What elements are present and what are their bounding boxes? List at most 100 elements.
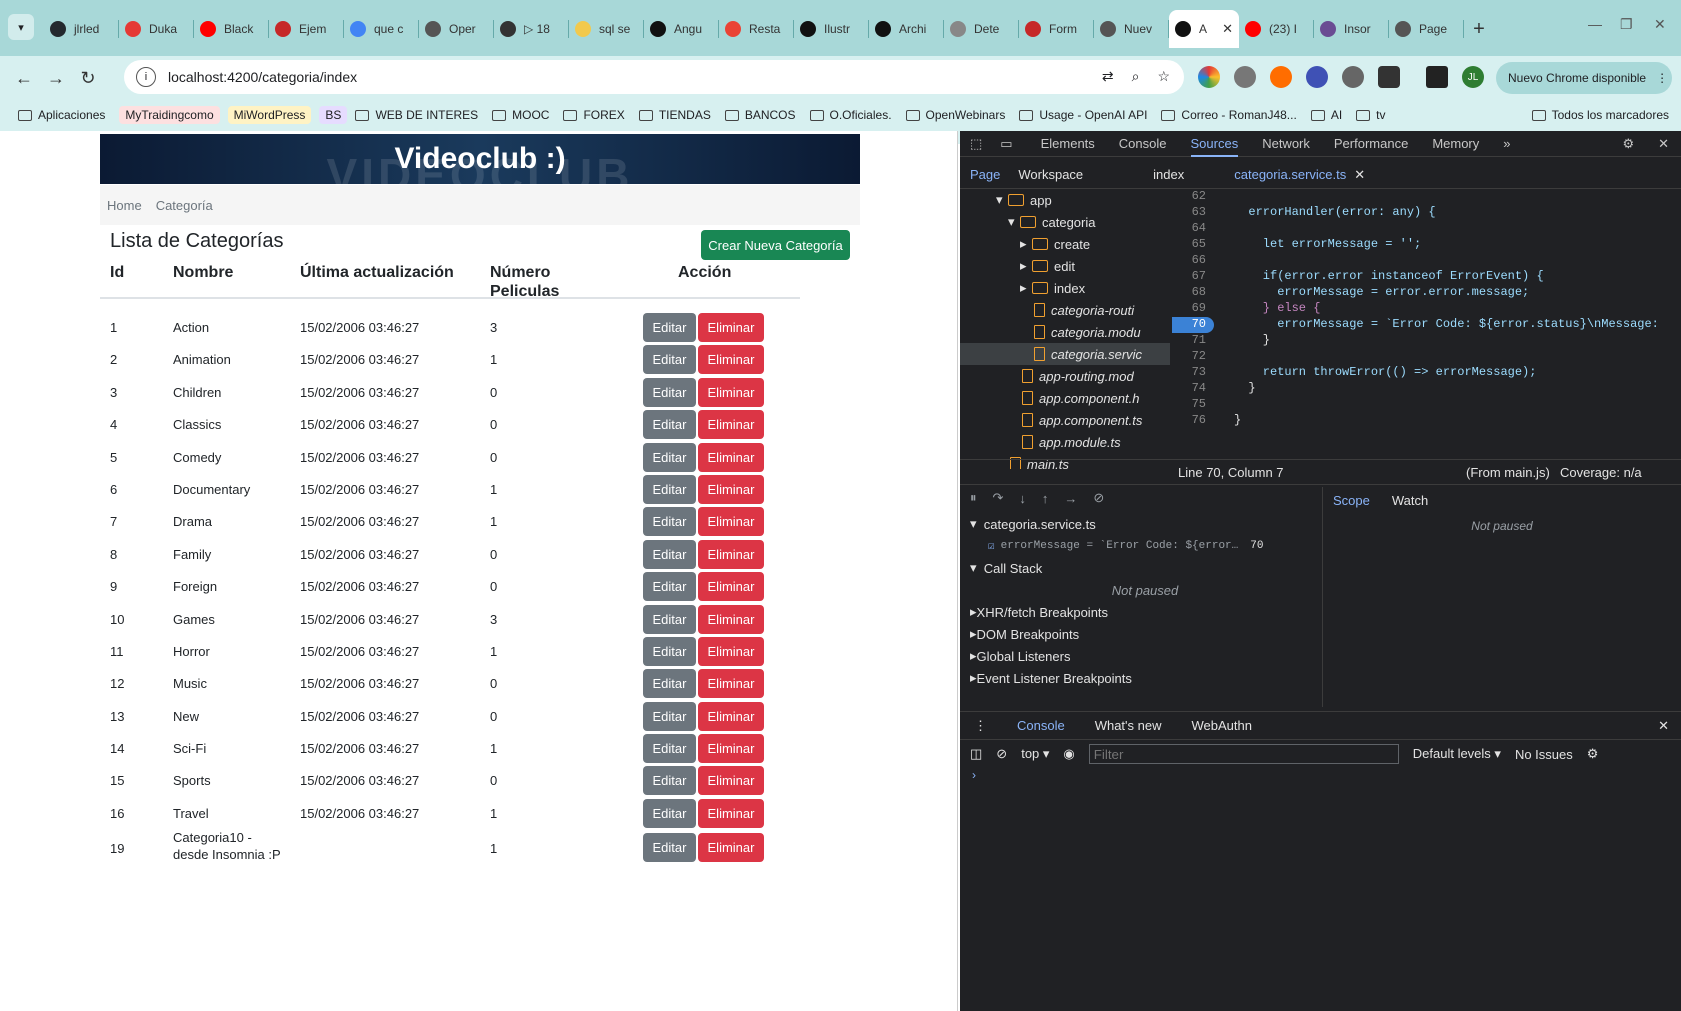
step-into-icon[interactable]: ↓ bbox=[1019, 491, 1026, 506]
browser-tab[interactable]: Dete bbox=[944, 10, 1019, 48]
line-number[interactable]: 62 bbox=[1172, 189, 1214, 205]
code-line[interactable]: 63 errorHandler(error: any) { bbox=[1172, 205, 1681, 221]
code-line[interactable]: 73 return throwError(() => errorMessage)… bbox=[1172, 365, 1681, 381]
devtools-tab-elements[interactable]: Elements bbox=[1041, 136, 1095, 151]
line-number[interactable]: 68 bbox=[1172, 285, 1214, 301]
forward-icon[interactable]: → bbox=[40, 68, 72, 89]
step-icon[interactable]: → bbox=[1064, 491, 1077, 506]
tree-node[interactable]: app.component.h bbox=[960, 387, 1170, 409]
zoom-icon[interactable]: ⌕ bbox=[1132, 68, 1140, 85]
code-line[interactable]: 70 errorMessage = `Error Code: ${error.s… bbox=[1172, 317, 1681, 333]
bookmark-item[interactable]: O.Oficiales. bbox=[809, 108, 892, 122]
tree-node[interactable]: ▸ edit bbox=[960, 255, 1170, 277]
bookmark-item[interactable]: AI bbox=[1310, 108, 1342, 122]
edit-button[interactable]: Editar bbox=[643, 377, 696, 407]
tree-node[interactable]: ▾ categoria bbox=[960, 211, 1170, 233]
delete-button[interactable]: Eliminar bbox=[698, 669, 764, 699]
bookmark-item[interactable]: Correo - RomanJ48... bbox=[1161, 108, 1297, 122]
drawer-menu-icon[interactable]: ⋮ bbox=[974, 718, 987, 734]
file-tab-service[interactable]: categoria.service.ts bbox=[1234, 167, 1346, 182]
new-tab-button[interactable]: + bbox=[1464, 10, 1494, 48]
code-line[interactable]: 69 } else { bbox=[1172, 301, 1681, 317]
bookmark-item[interactable]: FOREX bbox=[563, 108, 625, 122]
breakpoint-entry[interactable]: ☑ errorMessage = `Error Code: ${error… 7… bbox=[960, 535, 1320, 557]
code-line[interactable]: 71 } bbox=[1172, 333, 1681, 349]
drawer-tab-whatsnew[interactable]: What's new bbox=[1095, 718, 1162, 733]
delete-button[interactable]: Eliminar bbox=[698, 636, 764, 666]
pause-icon[interactable]: ⏸ bbox=[970, 490, 977, 506]
breakpoint-checkbox[interactable]: ☑ bbox=[988, 539, 995, 553]
delete-button[interactable]: Eliminar bbox=[698, 377, 764, 407]
inspect-icon[interactable]: ⬚ bbox=[970, 136, 982, 152]
delete-button[interactable]: Eliminar bbox=[698, 539, 764, 569]
browser-tab[interactable]: Ilustr bbox=[794, 10, 869, 48]
line-number[interactable]: 76 bbox=[1172, 413, 1214, 429]
deactivate-breakpoints-icon[interactable]: ⊘ bbox=[1093, 490, 1104, 506]
delete-button[interactable]: Eliminar bbox=[698, 442, 764, 472]
delete-button[interactable]: Eliminar bbox=[698, 734, 764, 764]
devtools-tab-sources[interactable]: Sources bbox=[1190, 131, 1239, 157]
context-select[interactable]: top ▾ bbox=[1021, 746, 1049, 762]
code-line[interactable]: 64 bbox=[1172, 221, 1681, 237]
tree-node[interactable]: categoria.modu bbox=[960, 321, 1170, 343]
debugger-section[interactable]: ▸ Event Listener Breakpoints bbox=[960, 667, 1320, 689]
line-number[interactable]: 69 bbox=[1172, 301, 1214, 317]
edit-button[interactable]: Editar bbox=[643, 833, 696, 863]
breakpoint-file[interactable]: ▾ categoria.service.ts bbox=[960, 513, 1320, 535]
code-line[interactable]: 68 errorMessage = error.error.message; bbox=[1172, 285, 1681, 301]
edit-button[interactable]: Editar bbox=[643, 345, 696, 375]
devtools-tab-performance[interactable]: Performance bbox=[1334, 136, 1408, 151]
extension-icon-colors[interactable] bbox=[1198, 66, 1220, 88]
edit-button[interactable]: Editar bbox=[643, 766, 696, 796]
issues-count[interactable]: No Issues bbox=[1515, 747, 1573, 762]
bookmark-item[interactable]: BANCOS bbox=[724, 108, 796, 122]
bookmark-item[interactable]: MiWordPress bbox=[227, 106, 312, 124]
delete-button[interactable]: Eliminar bbox=[698, 798, 764, 828]
edit-button[interactable]: Editar bbox=[643, 507, 696, 537]
expand-arrow-icon[interactable]: ▸ bbox=[1020, 258, 1032, 274]
source-map-from[interactable]: (From main.js) bbox=[1466, 465, 1550, 480]
edit-button[interactable]: Editar bbox=[643, 604, 696, 634]
url-text[interactable]: localhost:4200/categoria/index bbox=[168, 69, 357, 85]
expand-arrow-icon[interactable]: ▸ bbox=[1020, 280, 1032, 296]
delete-button[interactable]: Eliminar bbox=[698, 572, 764, 602]
bookmark-item[interactable]: MOOC bbox=[492, 108, 549, 122]
line-number[interactable]: 74 bbox=[1172, 381, 1214, 397]
browser-tab[interactable]: Angu bbox=[644, 10, 719, 48]
edit-button[interactable]: Editar bbox=[643, 701, 696, 731]
expand-arrow-icon[interactable]: ▸ bbox=[1020, 236, 1032, 252]
delete-button[interactable]: Eliminar bbox=[698, 474, 764, 504]
browser-tab[interactable]: jlrled bbox=[44, 10, 119, 48]
devtools-settings-icon[interactable]: ⚙ bbox=[1622, 136, 1634, 152]
extension-icon-gear[interactable] bbox=[1234, 66, 1256, 88]
browser-tab[interactable]: (23) I bbox=[1239, 10, 1314, 48]
reload-icon[interactable]: ↻ bbox=[72, 68, 104, 89]
code-line[interactable]: 76} bbox=[1172, 413, 1681, 429]
code-line[interactable]: 67 if(error.error instanceof ErrorEvent)… bbox=[1172, 269, 1681, 285]
clear-console-icon[interactable]: ⊘ bbox=[996, 746, 1007, 762]
code-line[interactable]: 75 bbox=[1172, 397, 1681, 413]
edit-button[interactable]: Editar bbox=[643, 572, 696, 602]
tree-node[interactable]: categoria-routi bbox=[960, 299, 1170, 321]
extension-icon-translate[interactable] bbox=[1306, 66, 1328, 88]
edit-button[interactable]: Editar bbox=[643, 539, 696, 569]
bookmark-item[interactable]: Aplicaciones bbox=[18, 108, 105, 122]
expand-arrow-icon[interactable]: ▾ bbox=[1008, 214, 1020, 230]
browser-tab[interactable]: Resta bbox=[719, 10, 794, 48]
sidebar-toggle-icon[interactable]: ◫ bbox=[970, 746, 982, 762]
levels-select[interactable]: Default levels ▾ bbox=[1413, 746, 1501, 762]
line-number[interactable]: 71 bbox=[1172, 333, 1214, 349]
edit-button[interactable]: Editar bbox=[643, 442, 696, 472]
browser-tab[interactable]: Oper bbox=[419, 10, 494, 48]
create-category-button[interactable]: Crear Nueva Categoría bbox=[701, 230, 850, 260]
line-number[interactable]: 72 bbox=[1172, 349, 1214, 365]
line-number[interactable]: 65 bbox=[1172, 237, 1214, 253]
close-window-button[interactable]: ✕ bbox=[1654, 16, 1666, 33]
console-prompt[interactable]: › bbox=[960, 768, 1681, 782]
edit-button[interactable]: Editar bbox=[643, 669, 696, 699]
live-expression-icon[interactable]: ◉ bbox=[1063, 746, 1074, 762]
devtools-tab-console[interactable]: Console bbox=[1119, 136, 1167, 151]
delete-button[interactable]: Eliminar bbox=[698, 410, 764, 440]
tab-scope[interactable]: Scope bbox=[1333, 493, 1370, 508]
edit-button[interactable]: Editar bbox=[643, 734, 696, 764]
